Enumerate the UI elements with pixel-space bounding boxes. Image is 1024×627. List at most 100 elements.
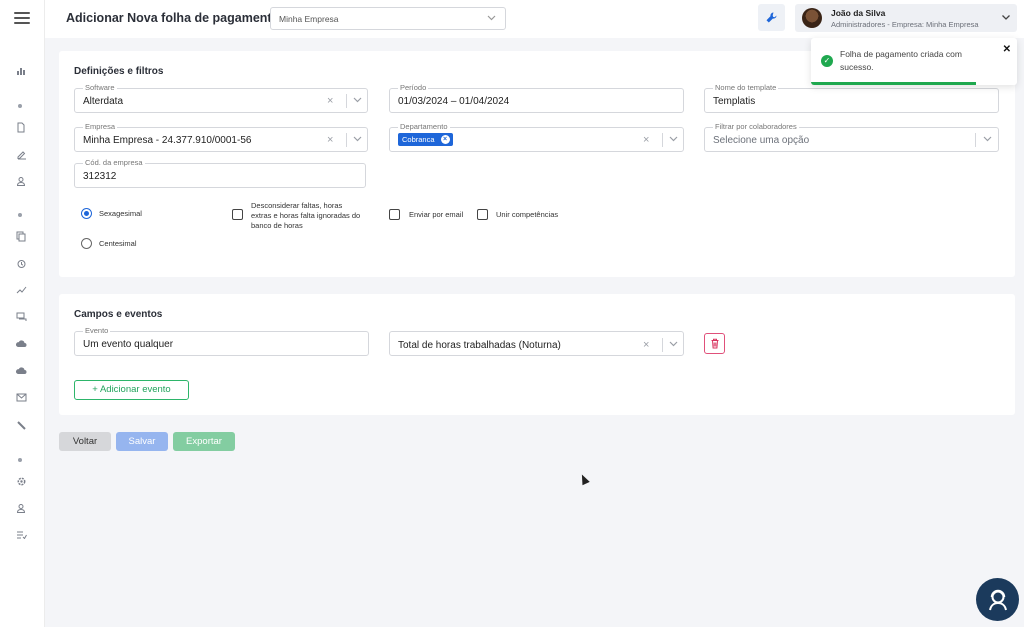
check-circle-icon: ✓: [821, 55, 833, 67]
clear-icon[interactable]: ×: [643, 134, 649, 146]
trash-icon: [711, 338, 718, 349]
template-label: Nome do template: [713, 83, 779, 93]
checkbox-unir-label: Unir competências: [496, 210, 559, 219]
user-menu[interactable]: João da Silva Administradores - Empresa:…: [795, 4, 1017, 32]
chevron-down-icon: [1001, 12, 1013, 24]
cod-empresa-field[interactable]: Cód. da empresa 312312: [74, 158, 366, 188]
export-button[interactable]: Exportar: [173, 432, 235, 451]
avatar: [802, 8, 822, 28]
cod-empresa-label: Cód. da empresa: [83, 158, 145, 168]
edit-icon[interactable]: [14, 149, 28, 163]
evento-field[interactable]: Evento Um evento qualquer: [74, 326, 369, 356]
document-icon[interactable]: [14, 122, 28, 136]
copy-icon[interactable]: [14, 231, 28, 245]
clear-icon[interactable]: ×: [327, 134, 333, 146]
departamento-select[interactable]: Departamento Cobranca × ×: [389, 122, 684, 152]
chevron-down-icon[interactable]: [669, 339, 678, 351]
software-label: Software: [83, 83, 117, 93]
section-dot: [18, 458, 22, 462]
delete-event-button[interactable]: [704, 333, 725, 354]
campo-value: Total de horas trabalhadas (Noturna): [398, 340, 561, 351]
radio-centesimal-label: Centesimal: [99, 239, 137, 248]
mail-icon[interactable]: [14, 393, 28, 407]
menu-icon[interactable]: [14, 12, 30, 24]
template-value: Templatis: [713, 96, 756, 107]
radio-sexagesimal[interactable]: [81, 208, 92, 219]
divider: [662, 338, 663, 352]
profile-icon[interactable]: [14, 503, 28, 517]
template-name-field[interactable]: Nome do template Templatis: [704, 83, 999, 113]
cloud-upload-icon[interactable]: [14, 339, 28, 353]
checkbox-desconsiderar[interactable]: [232, 209, 243, 220]
colaboradores-placeholder: Selecione uma opção: [713, 135, 810, 146]
company-select-value: Minha Empresa: [279, 14, 339, 24]
support-agent-icon: [988, 589, 1007, 611]
evento-label: Evento: [83, 326, 111, 336]
clear-icon[interactable]: ×: [327, 95, 333, 107]
colaboradores-label: Filtrar por colaboradores: [713, 122, 799, 132]
sidebar: [0, 0, 45, 627]
toast-message: Folha de pagamento criada com sucesso.: [840, 49, 962, 72]
section-dot: [18, 213, 22, 217]
chevron-down-icon: [487, 13, 497, 23]
chevron-down-icon[interactable]: [983, 134, 992, 146]
save-button[interactable]: Salvar: [116, 432, 168, 451]
alarm-icon[interactable]: [14, 258, 28, 272]
success-toast: ✓ Folha de pagamento criada com sucesso.…: [811, 38, 1017, 85]
evento-value: Um evento qualquer: [83, 339, 174, 350]
checkbox-desconsiderar-label: Desconsiderar faltas, horas extras e hor…: [251, 201, 361, 230]
departamento-label: Departamento: [398, 122, 450, 132]
wrench-icon: [766, 12, 777, 23]
gear-icon[interactable]: [14, 476, 28, 490]
radio-centesimal[interactable]: [81, 238, 92, 249]
section-dot: [18, 104, 22, 108]
chevron-down-icon[interactable]: [353, 134, 362, 146]
close-icon[interactable]: ✕: [1003, 44, 1011, 55]
wrench-icon[interactable]: [14, 420, 28, 434]
mouse-cursor: [578, 472, 590, 486]
periodo-value: 01/03/2024 – 01/04/2024: [398, 96, 510, 107]
add-event-button[interactable]: + Adicionar evento: [74, 380, 189, 400]
cloud-download-icon[interactable]: [14, 366, 28, 380]
top-bar: Adicionar Nova folha de pagamento Minha …: [45, 0, 1024, 38]
chevron-down-icon[interactable]: [353, 95, 362, 107]
colaboradores-select[interactable]: Filtrar por colaboradores Selecione uma …: [704, 122, 999, 152]
chevron-down-icon[interactable]: [669, 134, 678, 146]
software-value: Alterdata: [83, 96, 124, 107]
software-select[interactable]: Software Alterdata ×: [74, 83, 368, 113]
periodo-label: Período: [398, 83, 429, 93]
user-role: Administradores - Empresa: Minha Empresa: [831, 20, 979, 29]
trend-icon[interactable]: [14, 285, 28, 299]
radio-sexagesimal-label: Sexagesimal: [99, 209, 142, 218]
empresa-value: Minha Empresa - 24.377.910/0001-56: [83, 135, 252, 146]
filters-title: Definições e filtros: [74, 66, 164, 77]
tools-button[interactable]: [758, 4, 785, 31]
divider: [975, 133, 976, 147]
support-button[interactable]: [976, 578, 1019, 621]
divider: [346, 133, 347, 147]
divider: [662, 133, 663, 147]
user-icon[interactable]: [14, 176, 28, 190]
periodo-field[interactable]: Período 01/03/2024 – 01/04/2024: [389, 83, 684, 113]
cod-empresa-value: 312312: [83, 171, 117, 182]
tag-remove-icon[interactable]: ×: [440, 135, 450, 144]
empresa-select[interactable]: Empresa Minha Empresa - 24.377.910/0001-…: [74, 122, 368, 152]
checkbox-email[interactable]: [389, 209, 400, 220]
company-select[interactable]: Minha Empresa: [270, 7, 506, 30]
checkbox-unir[interactable]: [477, 209, 488, 220]
empresa-label: Empresa: [83, 122, 118, 132]
back-button[interactable]: Voltar: [59, 432, 111, 451]
list-check-icon[interactable]: [14, 530, 28, 544]
chat-icon[interactable]: [14, 312, 28, 326]
checkbox-email-label: Enviar por email: [409, 210, 464, 219]
toast-progress-bar: [811, 82, 976, 85]
divider: [346, 94, 347, 108]
clear-icon[interactable]: ×: [643, 339, 649, 351]
departamento-tag-label: Cobranca: [402, 135, 435, 144]
campo-select[interactable]: Total de horas trabalhadas (Noturna) ×: [389, 331, 684, 356]
events-card: Campos e eventos Evento Um evento qualqu…: [59, 294, 1015, 415]
chart-icon[interactable]: [14, 66, 28, 80]
departamento-tag: Cobranca ×: [398, 133, 453, 146]
page-title: Adicionar Nova folha de pagamento: [66, 11, 280, 25]
user-name: João da Silva: [831, 8, 886, 18]
